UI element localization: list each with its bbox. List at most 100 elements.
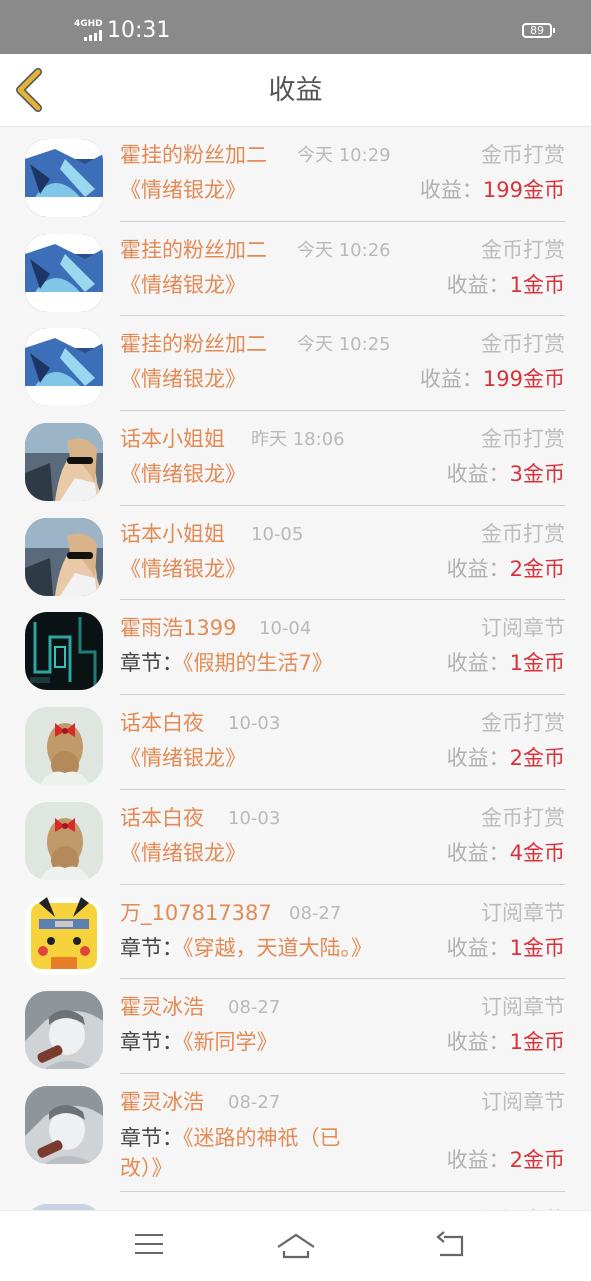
chapter-label: 章节： xyxy=(120,1030,183,1055)
list-item[interactable]: 话本小姐姐 10-05 金币打赏 《情绪银龙》 收益：2金币 xyxy=(0,506,591,601)
return-icon[interactable] xyxy=(434,1231,466,1259)
book-title[interactable]: 《假期的生活7》 xyxy=(183,651,333,675)
avatar xyxy=(25,991,103,1070)
list-item[interactable]: 话本白夜 10-03 金币打赏 《情绪银龙》 收益：2金币 xyxy=(0,695,591,790)
book-line: 《情绪银龙》 xyxy=(120,460,246,488)
list-item[interactable]: 霍挂的粉丝加二 今天 10:29 金币打赏 《情绪银龙》 收益：199金币 xyxy=(0,127,591,222)
income: 收益：199金币 xyxy=(420,176,565,204)
income-amount: 199金币 xyxy=(482,367,565,392)
income-type: 金币打赏 xyxy=(481,237,565,262)
timestamp: 10-05 xyxy=(251,523,304,545)
income-amount: 1金币 xyxy=(509,935,565,960)
book-title[interactable]: 《情绪银龙》 xyxy=(120,367,246,391)
book-line: 《情绪银龙》 xyxy=(120,365,246,393)
list-item[interactable]: 霍挂的粉丝加二 今天 10:25 金币打赏 《情绪银龙》 收益：199金币 xyxy=(0,316,591,412)
income-amount: 3金币 xyxy=(509,462,565,487)
income-list: 霍挂的粉丝加二 今天 10:29 金币打赏 《情绪银龙》 收益：199金币 霍挂… xyxy=(0,127,591,1210)
book-line: 章节：《新同学》 xyxy=(120,1028,278,1056)
sender-name: 霍挂的粉丝加二 xyxy=(120,237,267,262)
income-type: 金币打赏 xyxy=(481,711,565,736)
book-line: 章节：《迷路的神祇（已改）》 xyxy=(120,1123,380,1183)
list-item[interactable]: 万_107817387 08-27 订阅章节 章节：《穿越，天道大陆。》 收益：… xyxy=(0,885,591,980)
list-item[interactable]: 订阅章节 xyxy=(0,1192,591,1210)
sender-name: 话本白夜 xyxy=(120,711,204,736)
avatar xyxy=(25,896,103,975)
list-item[interactable]: 霍灵冰浩 08-27 订阅章节 章节：《迷路的神祇（已改）》 收益：2金币 xyxy=(0,1074,591,1192)
income-type: 订阅章节 xyxy=(481,995,565,1020)
timestamp: 10-03 xyxy=(228,807,281,829)
income-amount: 1金币 xyxy=(509,1030,565,1055)
list-item[interactable]: 霍灵冰浩 08-27 订阅章节 章节：《新同学》 收益：1金币 xyxy=(0,979,591,1074)
income-amount: 2金币 xyxy=(509,746,565,771)
sender-name: 话本小姐姐 xyxy=(120,427,225,452)
clock: 10:31 xyxy=(107,18,171,43)
sender-name: 霍雨浩1399 xyxy=(120,616,237,641)
income-type: 金币打赏 xyxy=(481,521,565,546)
chapter-label: 章节： xyxy=(120,1125,183,1150)
list-item[interactable]: 霍雨浩1399 10-04 订阅章节 章节：《假期的生活7》 收益：1金币 xyxy=(0,600,591,696)
book-title[interactable]: 《情绪银龙》 xyxy=(120,178,246,202)
income-label: 收益： xyxy=(446,1030,510,1055)
income-type: 金币打赏 xyxy=(481,143,565,167)
book-title[interactable]: 《情绪银龙》 xyxy=(120,273,246,297)
system-nav-bar xyxy=(0,1210,591,1281)
list-item[interactable]: 话本小姐姐 昨天 18:06 金币打赏 《情绪银龙》 收益：3金币 xyxy=(0,411,591,506)
book-title[interactable]: 《新同学》 xyxy=(183,1030,278,1054)
book-title[interactable]: 《情绪银龙》 xyxy=(120,746,246,770)
income-type: 金币打赏 xyxy=(481,332,565,357)
income-label: 收益： xyxy=(446,840,510,865)
book-line: 《情绪银龙》 xyxy=(120,176,246,204)
income-label: 收益： xyxy=(446,651,510,676)
book-title[interactable]: 《情绪银龙》 xyxy=(120,557,246,581)
income-label: 收益： xyxy=(446,1147,510,1172)
avatar xyxy=(25,139,103,217)
book-title[interactable]: 《穿越，天道大陆。》 xyxy=(183,936,372,960)
income: 收益：4金币 xyxy=(447,839,565,867)
list-item[interactable]: 话本白夜 10-03 金币打赏 《情绪银龙》 收益：4金币 xyxy=(0,790,591,885)
signal-bars-icon xyxy=(84,30,102,41)
sender-name: 霍灵冰浩 xyxy=(120,995,204,1020)
income-amount: 2金币 xyxy=(509,1147,565,1172)
book-title[interactable]: 《情绪银龙》 xyxy=(120,841,246,865)
book-line: 《情绪银龙》 xyxy=(120,744,246,772)
timestamp: 今天 10:25 xyxy=(297,334,391,356)
avatar xyxy=(25,423,103,502)
income: 收益：1金币 xyxy=(447,271,565,299)
sender-name: 霍挂的粉丝加二 xyxy=(120,332,267,357)
sender-name: 话本白夜 xyxy=(120,805,204,830)
income: 收益：2金币 xyxy=(447,744,565,772)
income: 收益：1金币 xyxy=(447,649,565,677)
sender-name: 霍灵冰浩 xyxy=(120,1089,204,1114)
book-line: 章节：《假期的生活7》 xyxy=(120,649,333,677)
income-amount: 2金币 xyxy=(509,556,565,581)
page-title: 收益 xyxy=(268,75,323,106)
sender-name: 霍挂的粉丝加二 xyxy=(120,143,267,167)
timestamp: 今天 10:29 xyxy=(297,145,391,166)
income-label: 收益： xyxy=(446,556,510,581)
income-type: 订阅章节 xyxy=(481,1089,565,1114)
home-icon[interactable] xyxy=(276,1231,316,1261)
avatar xyxy=(25,328,103,407)
chapter-label: 章节： xyxy=(120,651,183,676)
income-label: 收益： xyxy=(446,272,510,297)
income-type: 订阅章节 xyxy=(481,616,565,641)
book-line: 《情绪银龙》 xyxy=(120,839,246,867)
income: 收益：2金币 xyxy=(447,1146,565,1174)
list-item[interactable]: 霍挂的粉丝加二 今天 10:26 金币打赏 《情绪银龙》 收益：1金币 xyxy=(0,222,591,317)
income-label: 收益： xyxy=(446,462,510,487)
income-amount: 1金币 xyxy=(509,651,565,676)
income: 收益：3金币 xyxy=(447,460,565,488)
income: 收益：1金币 xyxy=(447,934,565,962)
book-title[interactable]: 《情绪银龙》 xyxy=(120,462,246,486)
income: 收益：1金币 xyxy=(447,1028,565,1056)
income: 收益：2金币 xyxy=(447,555,565,583)
timestamp: 08-27 xyxy=(228,1091,281,1113)
book-line: 《情绪银龙》 xyxy=(120,271,246,299)
signal-label: 4GHD xyxy=(74,19,103,29)
timestamp: 08-27 xyxy=(228,997,281,1019)
income: 收益：199金币 xyxy=(420,365,565,393)
income-amount: 4金币 xyxy=(509,840,565,865)
income-label: 收益： xyxy=(446,935,510,960)
avatar xyxy=(25,1085,103,1164)
menu-icon[interactable] xyxy=(134,1231,164,1257)
